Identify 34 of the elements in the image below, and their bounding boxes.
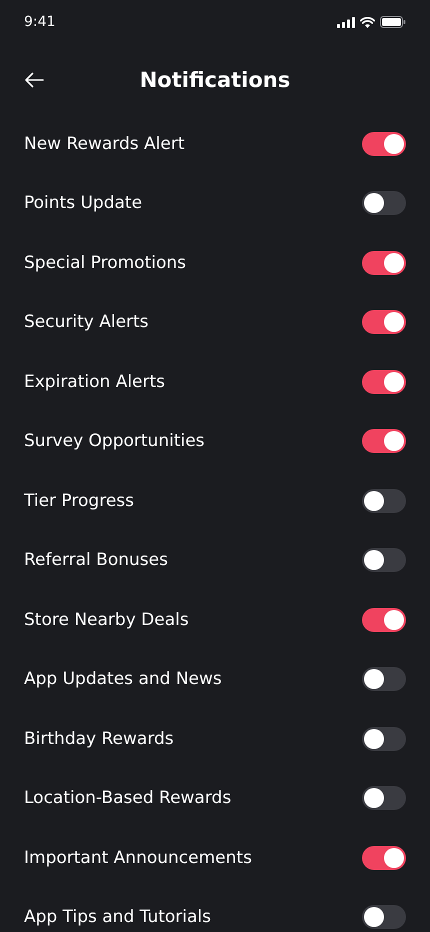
toggle-switch[interactable]: [362, 667, 406, 692]
toggle-switch[interactable]: [362, 488, 406, 513]
setting-label: App Updates and News: [24, 669, 222, 690]
setting-label: App Tips and Tutorials: [24, 907, 211, 928]
signal-icon: [337, 16, 355, 28]
setting-label: Location-Based Rewards: [24, 788, 232, 808]
toggle-switch[interactable]: [362, 191, 406, 216]
setting-label: Security Alerts: [24, 312, 149, 332]
setting-label: New Rewards Alert: [24, 134, 185, 154]
setting-label: Points Update: [24, 193, 142, 214]
toggle-switch[interactable]: [362, 132, 406, 156]
setting-label: Important Announcements: [24, 848, 252, 868]
setting-label: Expiration Alerts: [24, 372, 166, 392]
toggle-switch[interactable]: [362, 548, 406, 572]
wifi-icon: [360, 16, 375, 28]
toggle-switch[interactable]: [362, 846, 406, 870]
setting-label: Birthday Rewards: [24, 728, 174, 749]
toggle-switch[interactable]: [362, 429, 406, 454]
toggle-switch[interactable]: [362, 370, 406, 394]
setting-label: Special Promotions: [24, 252, 186, 273]
toggle-switch[interactable]: [362, 905, 406, 930]
back-arrow-icon: [24, 72, 44, 88]
toggle-switch[interactable]: [362, 310, 406, 334]
setting-label: Survey Opportunities: [24, 431, 205, 452]
battery-icon: [380, 16, 406, 28]
setting-label: Store Nearby Deals: [24, 610, 189, 630]
setting-label: Tier Progress: [24, 490, 134, 511]
page-title: Notifications: [140, 68, 290, 92]
toggle-switch[interactable]: [362, 608, 406, 632]
toggle-switch[interactable]: [362, 786, 406, 810]
setting-label: Referral Bonuses: [24, 550, 168, 570]
toggle-switch[interactable]: [362, 250, 406, 275]
status-time: 9:41: [24, 14, 56, 30]
toggle-switch[interactable]: [362, 726, 406, 751]
